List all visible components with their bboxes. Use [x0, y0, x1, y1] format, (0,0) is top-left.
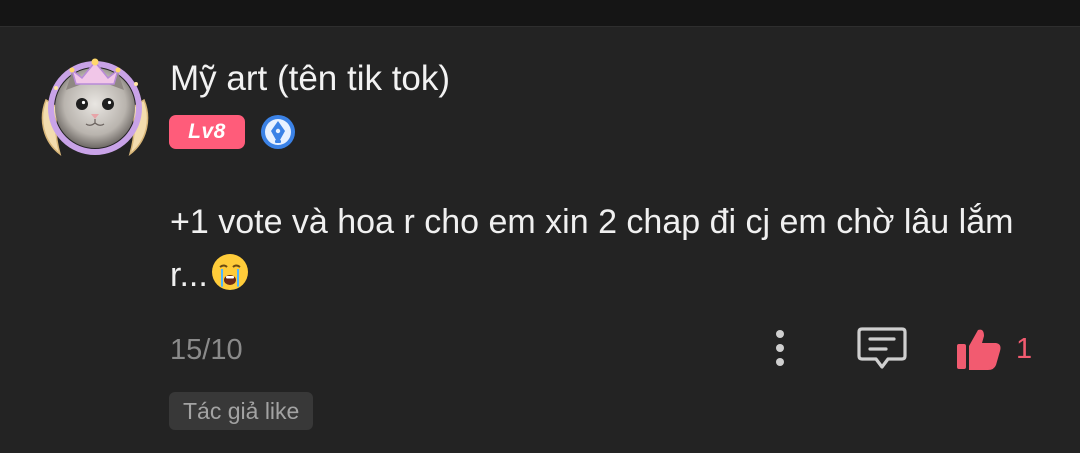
- comment-date: 15/10: [170, 334, 243, 366]
- more-dot: [776, 358, 784, 366]
- level-badge-label: Lv8: [188, 120, 226, 143]
- more-dots-icon: [776, 330, 784, 338]
- avatar[interactable]: [38, 50, 152, 164]
- comment-text: +1 vote và hoa r cho em xin 2 chap đi cj…: [170, 196, 1030, 302]
- reply-button[interactable]: [856, 324, 908, 372]
- like-button[interactable]: 1: [954, 326, 1038, 372]
- author-like-label: Tác giả like: [183, 397, 300, 424]
- more-dot: [776, 344, 784, 352]
- more-options-button[interactable]: [762, 326, 798, 370]
- like-count: 1: [1016, 333, 1033, 365]
- crying-face-icon: [210, 252, 250, 292]
- writer-badge: [259, 113, 297, 151]
- author-like-badge: Tác giả like: [169, 392, 314, 430]
- comment-bubble-icon: [857, 327, 907, 369]
- previous-item-strip: [0, 0, 1080, 26]
- comment-body: +1 vote và hoa r cho em xin 2 chap đi cj…: [170, 203, 1014, 294]
- cat-avatar-icon: [41, 58, 149, 156]
- level-badge: Lv8: [169, 115, 245, 149]
- thumbs-up-icon: [957, 329, 1001, 370]
- username[interactable]: Mỹ art (tên tik tok): [170, 57, 450, 101]
- pen-nib-icon: [261, 115, 295, 149]
